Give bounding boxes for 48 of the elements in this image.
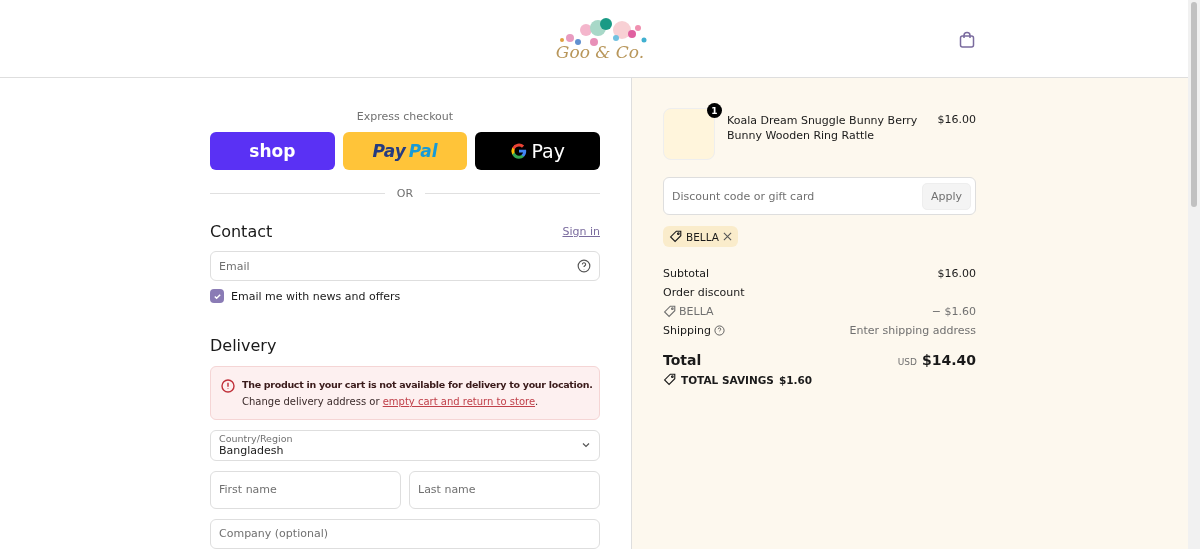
help-icon[interactable] [577, 259, 591, 274]
shop-pay-button[interactable]: shop [210, 132, 335, 170]
savings-value: $1.60 [778, 373, 813, 386]
express-checkout-title: Express checkout [356, 110, 454, 123]
checkbox[interactable] [210, 289, 224, 304]
first-name-field[interactable]: First name [210, 470, 401, 509]
summary-value: − $1.60 [931, 304, 976, 318]
tags-icon [663, 373, 676, 386]
apply-button[interactable]: Apply [921, 182, 971, 210]
shopping-bag-icon[interactable] [958, 31, 976, 49]
scrollbar-thumb[interactable] [1191, 2, 1197, 207]
help-icon[interactable] [714, 324, 725, 336]
tag-icon [663, 304, 676, 318]
email-field[interactable]: Email [210, 251, 600, 282]
google-pay-button[interactable]: Pay [475, 132, 600, 170]
last-name-field[interactable]: Last name [409, 470, 600, 509]
error-icon [221, 379, 235, 394]
summary-value: Enter shipping address [849, 323, 976, 337]
or-divider-label: OR [396, 187, 414, 200]
summary-value: $16.00 [937, 266, 976, 280]
discount-field[interactable]: Discount code or gift card Apply [663, 177, 976, 215]
product-name: Koala Dream Snuggle Bunny Berry Bunny Wooden Ring Rattle [727, 113, 919, 143]
country-select[interactable]: Country/Region Bangladesh [210, 430, 600, 461]
check-icon [212, 291, 222, 301]
total-value: $14.40 [921, 352, 976, 368]
tag-icon [669, 230, 682, 243]
discount-code-label: BELLA [679, 304, 714, 318]
quantity-badge: 1 [707, 103, 722, 118]
google-g-icon [510, 142, 529, 160]
sign-in-link[interactable]: Sign in [562, 225, 600, 238]
logo-text[interactable]: Goo & Co. [555, 41, 645, 62]
summary-label: Subtotal [663, 266, 710, 280]
checkbox-label: Email me with news and offers [231, 289, 401, 303]
product-price: $16.00 [937, 113, 976, 126]
summary-label: Shipping [663, 323, 711, 337]
summary-label: Order discount [663, 285, 745, 299]
paypal-button[interactable]: Pay Pal [342, 132, 468, 170]
contact-heading: Contact [210, 222, 273, 241]
close-icon[interactable] [722, 232, 732, 241]
company-field[interactable]: Company (optional) [210, 518, 600, 549]
currency-label: USD [897, 357, 917, 367]
alert-message: The product in your cart is not available for delivery to your location. [242, 379, 593, 391]
savings-label: TOTAL SAVINGS [681, 373, 774, 386]
delivery-heading: Delivery [210, 336, 278, 356]
alert-detail: Change delivery address or empty cart and return to store. [242, 396, 540, 408]
total-label: Total [663, 352, 702, 368]
scrollbar[interactable] [1188, 0, 1200, 549]
discount-code: BELLA [686, 230, 719, 243]
